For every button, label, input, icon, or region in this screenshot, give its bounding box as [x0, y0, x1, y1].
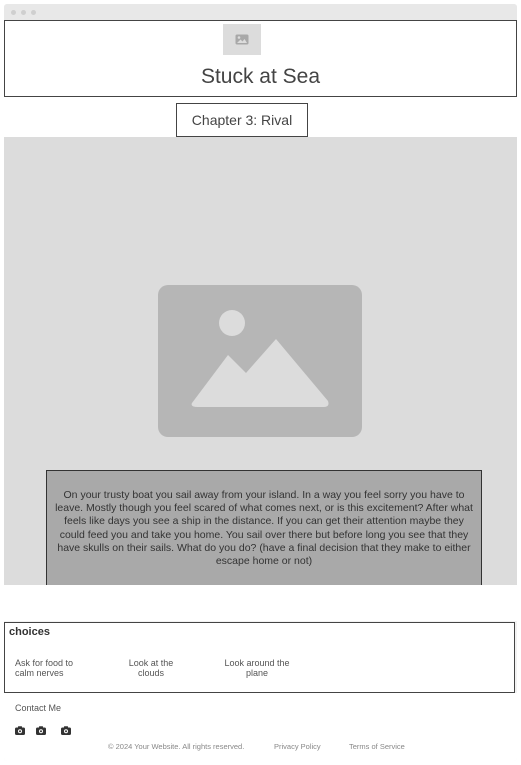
choice-look-at-clouds[interactable]: Look at the clouds [125, 658, 177, 678]
camera-icon[interactable] [36, 726, 46, 735]
window-dot [31, 10, 36, 15]
story-text: On your trusty boat you sail away from y… [55, 488, 473, 568]
page-title: Stuck at Sea [200, 65, 321, 88]
site-footer: Contact Me © 2024 Your Website. All righ… [4, 693, 517, 761]
camera-icon[interactable] [61, 726, 71, 735]
story-text-box: On your trusty boat you sail away from y… [46, 470, 482, 587]
hero-section: On your trusty boat you sail away from y… [4, 137, 517, 587]
browser-frame: Stuck at Sea Chapter 3: Rival On your tr… [4, 4, 517, 761]
terms-of-service-link[interactable]: Terms of Service [349, 742, 405, 751]
choices-panel: choices Ask for food to calm nerves Look… [4, 622, 515, 693]
logo-image-placeholder-icon [223, 24, 261, 55]
image-placeholder-icon [158, 285, 362, 437]
site-header: Stuck at Sea [4, 20, 517, 97]
choice-ask-for-food[interactable]: Ask for food to calm nerves [15, 658, 85, 678]
chapter-label: Chapter 3: Rival [176, 103, 308, 137]
choice-look-around-plane[interactable]: Look around the plane [221, 658, 293, 678]
window-dot [11, 10, 16, 15]
contact-label: Contact Me [15, 703, 62, 713]
window-dot [21, 10, 26, 15]
privacy-policy-link[interactable]: Privacy Policy [274, 742, 321, 751]
spacer [4, 585, 517, 621]
camera-icon[interactable] [15, 726, 25, 735]
copyright-text: © 2024 Your Website. All rights reserved… [108, 742, 245, 751]
choices-heading: choices [9, 626, 50, 638]
window-titlebar [4, 4, 517, 20]
